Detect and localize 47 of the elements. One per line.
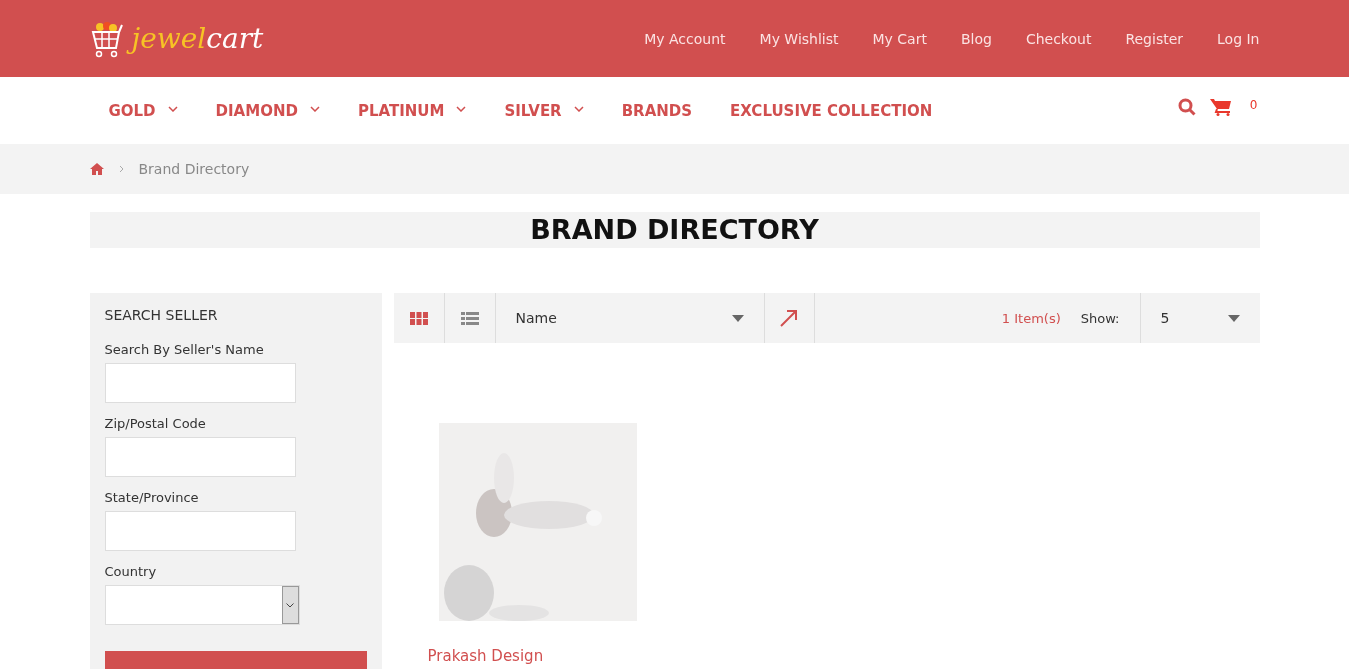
home-icon (89, 163, 104, 175)
header-link[interactable]: Register (1125, 30, 1184, 47)
cart-button[interactable] (1209, 97, 1232, 116)
cart-icon (1209, 97, 1232, 116)
search-button[interactable] (1177, 97, 1196, 116)
nav-item[interactable]: PLATINUM (357, 101, 467, 120)
header-link[interactable]: My Cart (872, 30, 927, 47)
item-count: 1 Item(s) (1001, 310, 1061, 326)
sidebar-title: SEARCH SELLER (104, 307, 219, 323)
logo[interactable]: jewelcart (89, 18, 270, 59)
search-icon (1177, 97, 1196, 116)
nav-item[interactable]: EXCLUSIVE COLLECTION (730, 101, 933, 120)
input-field[interactable] (104, 511, 296, 551)
chevron-icon (309, 105, 320, 112)
chevron-icon (456, 105, 467, 112)
header-link[interactable]: Log In (1217, 30, 1260, 47)
breadcrumb-item: Brand Directory (138, 161, 250, 177)
header-link[interactable]: Blog (960, 30, 992, 47)
field-label: Search By Seller's Name (104, 342, 265, 357)
chevron-right-icon (118, 165, 124, 173)
nav-item[interactable]: GOLD (108, 101, 178, 120)
chevron-icon (167, 105, 178, 112)
sort-dropdown[interactable]: Name (495, 293, 765, 343)
arrow-icon (780, 309, 798, 327)
field-label: State/Province (104, 490, 200, 505)
grid-icon (409, 311, 428, 325)
header-link[interactable]: Checkout (1025, 30, 1092, 47)
input-field[interactable] (104, 437, 296, 477)
page-title: BRAND DIRECTORY (89, 212, 1260, 248)
limit-dropdown[interactable]: 5 (1140, 293, 1260, 343)
header-link[interactable]: My Wishlist (759, 30, 839, 47)
nav-item[interactable]: SILVER (504, 101, 584, 120)
home-link[interactable] (89, 163, 104, 175)
show-label: Show: (1080, 310, 1120, 326)
cart-count: 0 (1249, 97, 1258, 112)
caret-icon (1227, 314, 1240, 322)
nav-item[interactable]: DIAMOND (215, 101, 320, 120)
chevron-icon (286, 602, 294, 608)
brand-link[interactable]: Prakash Design (427, 647, 544, 665)
nav-item[interactable]: BRANDS (621, 101, 693, 120)
field-label: Zip/Postal Code (104, 416, 207, 431)
header-link[interactable]: My Account (644, 30, 726, 47)
list-icon (460, 311, 479, 325)
input-field[interactable] (104, 363, 296, 403)
chevron-icon (573, 105, 584, 112)
caret-icon (731, 314, 744, 322)
field-label: Country (104, 564, 158, 579)
